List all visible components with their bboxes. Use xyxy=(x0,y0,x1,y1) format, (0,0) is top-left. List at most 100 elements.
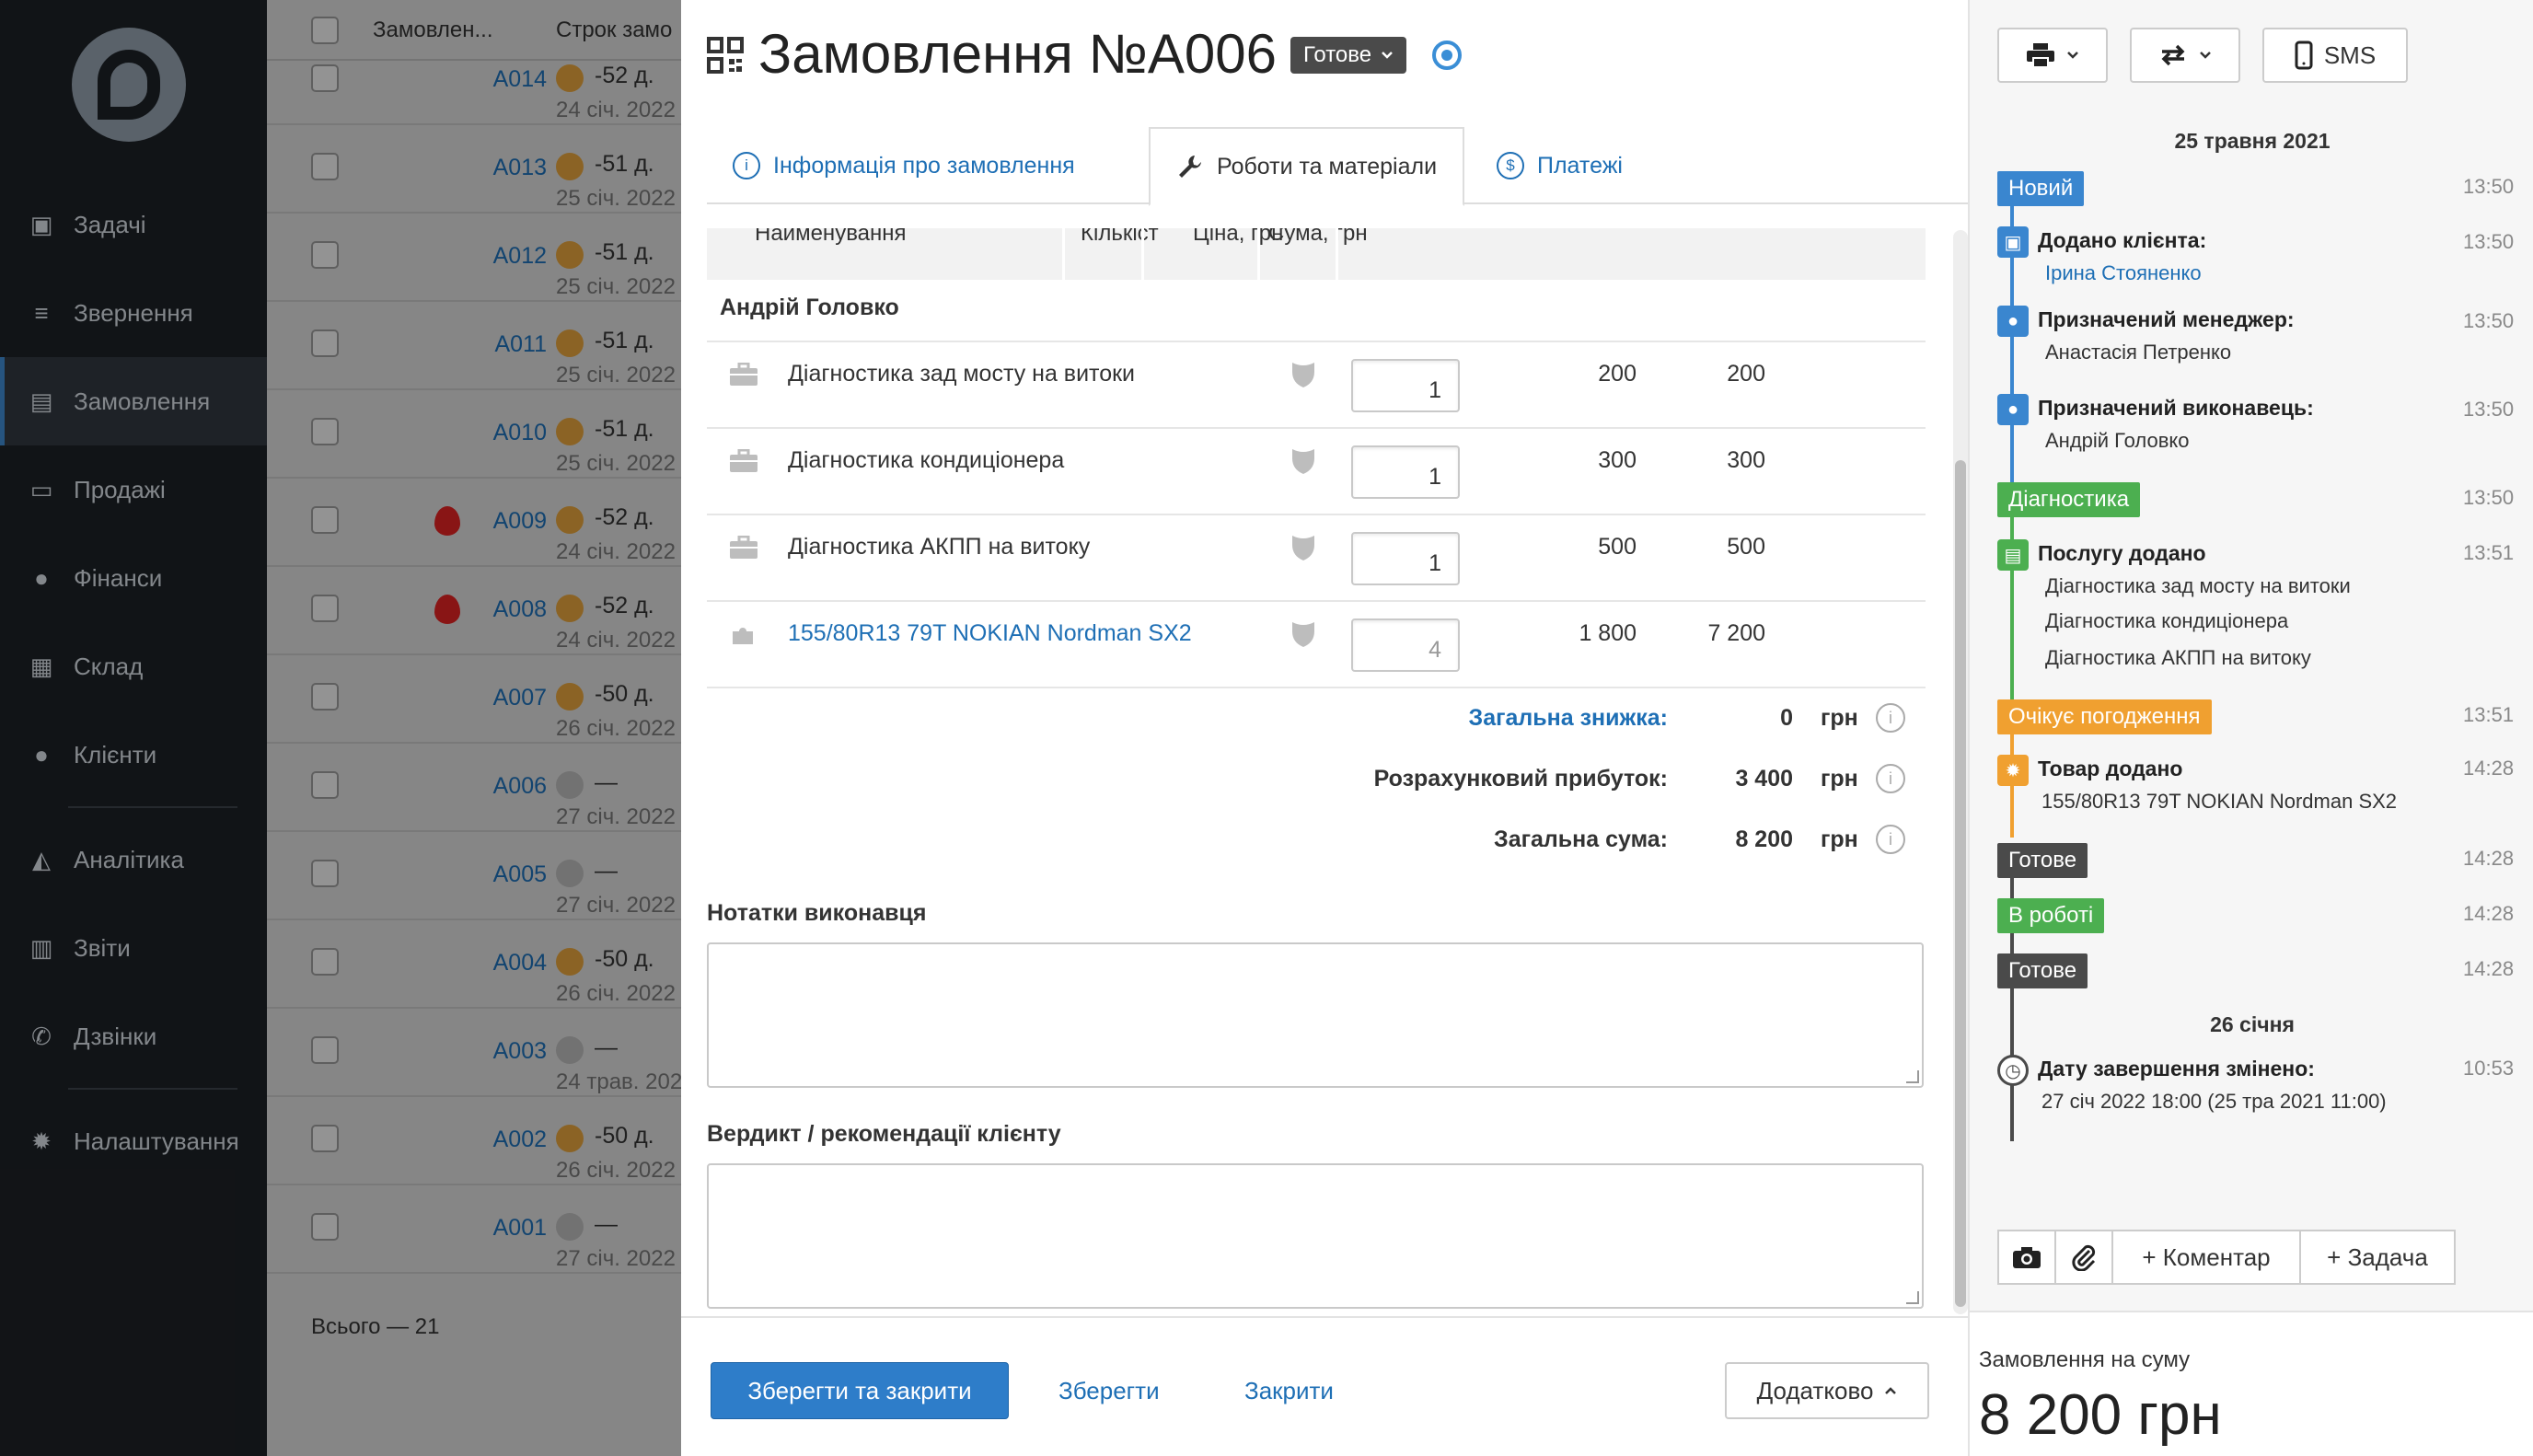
history-actions: + Коментар + Задача xyxy=(1997,1230,2456,1285)
sms-label: SMS xyxy=(2323,40,2377,69)
event-detail: 27 січ 2022 18:00 (25 тра 2021 11:00) xyxy=(2041,1090,2387,1113)
event-detail: Діагностика зад мосту на витоки xyxy=(2045,574,2351,597)
clock-icon: ◷ xyxy=(1997,1055,2029,1086)
quantity-input[interactable]: 1 xyxy=(1351,445,1460,499)
event-title: Послугу додано xyxy=(2038,541,2206,565)
list-overlay[interactable] xyxy=(267,0,681,1456)
event-time: 14:28 xyxy=(2463,847,2515,870)
briefcase-icon xyxy=(730,536,758,559)
event-time: 14:28 xyxy=(2463,902,2515,925)
work-row[interactable]: 155/80R13 79T NOKIAN Nordman SX2 4 1 800 7 … xyxy=(707,602,1926,688)
info-icon[interactable]: i xyxy=(1876,825,1905,854)
contact-card-icon: ▣ xyxy=(1997,226,2029,258)
vertical-scrollbar[interactable] xyxy=(1953,230,1968,1314)
order-sum-label: Замовлення на суму xyxy=(1979,1347,2191,1372)
dollar-circle-icon: $ xyxy=(1497,152,1524,179)
timeline-day: 26 січня xyxy=(2210,1012,2295,1036)
currency-label: грн xyxy=(1821,766,1858,792)
event-title: Дату завершення змінено: xyxy=(2038,1057,2315,1080)
notes-textarea[interactable] xyxy=(707,942,1924,1088)
tab-order-info[interactable]: i Інформація про замовлення xyxy=(707,127,1101,204)
event-time: 13:51 xyxy=(2463,703,2515,726)
transfer-dropdown[interactable] xyxy=(2130,28,2240,83)
event-time: 13:50 xyxy=(2463,175,2515,198)
work-row[interactable]: Діагностика АКПП на витоку 1 500 500 xyxy=(707,515,1926,602)
add-task-button[interactable]: + Задача xyxy=(2299,1230,2456,1285)
save-button[interactable]: Зберегти xyxy=(1058,1377,1160,1405)
work-row[interactable]: Діагностика зад мосту на витоки 1 200 200 xyxy=(707,342,1926,429)
discount-label[interactable]: Загальна знижка: xyxy=(1469,705,1668,732)
work-name[interactable]: 155/80R13 79T NOKIAN Nordman SX2 xyxy=(788,620,1192,647)
warranty-shield-icon[interactable] xyxy=(1290,532,1316,561)
event-title: Призначений менеджер: xyxy=(2038,307,2295,331)
event-time: 13:50 xyxy=(2463,486,2515,509)
works-list: Діагностика зад мосту на витоки 1 200 200 Ді… xyxy=(707,341,1926,688)
exchange-icon xyxy=(2161,44,2185,66)
chevron-down-icon xyxy=(1382,52,1393,59)
chevron-down-icon xyxy=(2067,52,2078,59)
event-detail: Андрій Головко xyxy=(2045,429,2190,452)
save-close-button[interactable]: Зберегти та закрити xyxy=(711,1362,1009,1419)
event-detail: Анастасія Петренко xyxy=(2045,341,2232,364)
warranty-shield-icon[interactable] xyxy=(1290,359,1316,388)
event-time: 14:28 xyxy=(2463,757,2515,780)
quantity-input[interactable]: 1 xyxy=(1351,359,1460,412)
quantity-input[interactable]: 1 xyxy=(1351,532,1460,585)
close-button[interactable]: Закрити xyxy=(1244,1377,1334,1405)
verdict-textarea[interactable] xyxy=(707,1163,1924,1309)
tab-label: Платежі xyxy=(1537,152,1623,179)
info-icon[interactable]: i xyxy=(1876,703,1905,733)
quantity-input[interactable]: 4 xyxy=(1351,618,1460,672)
sms-button[interactable]: SMS xyxy=(2262,28,2408,83)
order-sum-footer: Замовлення на суму 8 200 грн xyxy=(1970,1311,2533,1456)
price-value: 500 xyxy=(1598,534,1637,560)
work-name: Діагностика АКПП на витоку xyxy=(788,534,1091,560)
event-title: Товар додано xyxy=(2038,757,2183,780)
tab-works-materials[interactable]: Роботи та матеріали xyxy=(1149,127,1465,206)
sidebar: ▣ Задачі ≡ Звернення ▤ Замовлення ▭ Продажі … xyxy=(0,0,267,1456)
tab-payments[interactable]: $ Платежі xyxy=(1471,127,1648,204)
status-tag-awaiting: Очікує погодження xyxy=(1997,699,2212,734)
price-value: 1 800 xyxy=(1579,620,1637,646)
sum-value: 300 xyxy=(1727,447,1765,473)
work-name: Діагностика кондиціонера xyxy=(788,447,1065,473)
column-header-sum: Сума, грн xyxy=(1268,228,1368,246)
photo-button[interactable] xyxy=(1997,1230,2056,1285)
client-link[interactable]: Ірина Стояненко xyxy=(2045,261,2202,285)
currency-label: грн xyxy=(1821,705,1858,731)
status-tag-diagnostics: Діагностика xyxy=(1997,482,2141,517)
modal-footer: Зберегти та закрити Зберегти Закрити Дод… xyxy=(681,1316,1968,1456)
print-dropdown[interactable] xyxy=(1997,28,2108,83)
service-icon: ▤ xyxy=(1997,539,2029,571)
printer-icon xyxy=(2027,43,2054,68)
summary-profit: Розрахунковий прибуток: 3 400 грн i xyxy=(707,760,1926,797)
column-header-name: Наименування xyxy=(755,228,907,246)
timeline-day: 25 травня 2021 xyxy=(2174,129,2331,153)
scrollbar-thumb[interactable] xyxy=(1955,460,1966,1307)
event-title: Додано клієнта: xyxy=(2038,228,2207,252)
order-tabs: i Інформація про замовлення Роботи та ма… xyxy=(707,127,1968,206)
qr-code-icon[interactable] xyxy=(707,37,744,74)
discount-value: 0 xyxy=(1780,705,1793,731)
currency-label: грн xyxy=(1821,826,1858,852)
info-icon: i xyxy=(733,152,760,179)
event-detail: 155/80R13 79T NOKIAN Nordman SX2 xyxy=(2041,790,2398,813)
add-comment-button[interactable]: + Коментар xyxy=(2111,1230,2301,1285)
status-tag-new: Новий xyxy=(1997,171,2085,206)
work-row[interactable]: Діагностика кондиціонера 1 300 300 xyxy=(707,429,1926,515)
warranty-shield-icon[interactable] xyxy=(1290,445,1316,475)
sidebar-overlay xyxy=(0,0,267,1456)
notes-label: Нотатки виконавця xyxy=(707,900,927,926)
more-dropdown[interactable]: Додатково xyxy=(1725,1362,1929,1419)
camera-icon xyxy=(2013,1247,2041,1268)
watch-icon[interactable] xyxy=(1432,40,1462,70)
status-tag-ready: Готове xyxy=(1997,953,2088,988)
warranty-shield-icon[interactable] xyxy=(1290,618,1316,648)
total-label: Загальна сума: xyxy=(1494,826,1668,852)
status-dropdown[interactable]: Готове xyxy=(1290,37,1407,74)
history-panel: SMS 25 травня 2021 Новий 13:50 ▣ Додано … xyxy=(1968,0,2533,1456)
attach-button[interactable] xyxy=(2054,1230,2113,1285)
status-tag-ready: Готове xyxy=(1997,843,2088,878)
works-scroll-area[interactable]: Наименування Кількість Ціна, грн Сума, г… xyxy=(707,228,1949,1314)
info-icon[interactable]: i xyxy=(1876,764,1905,793)
